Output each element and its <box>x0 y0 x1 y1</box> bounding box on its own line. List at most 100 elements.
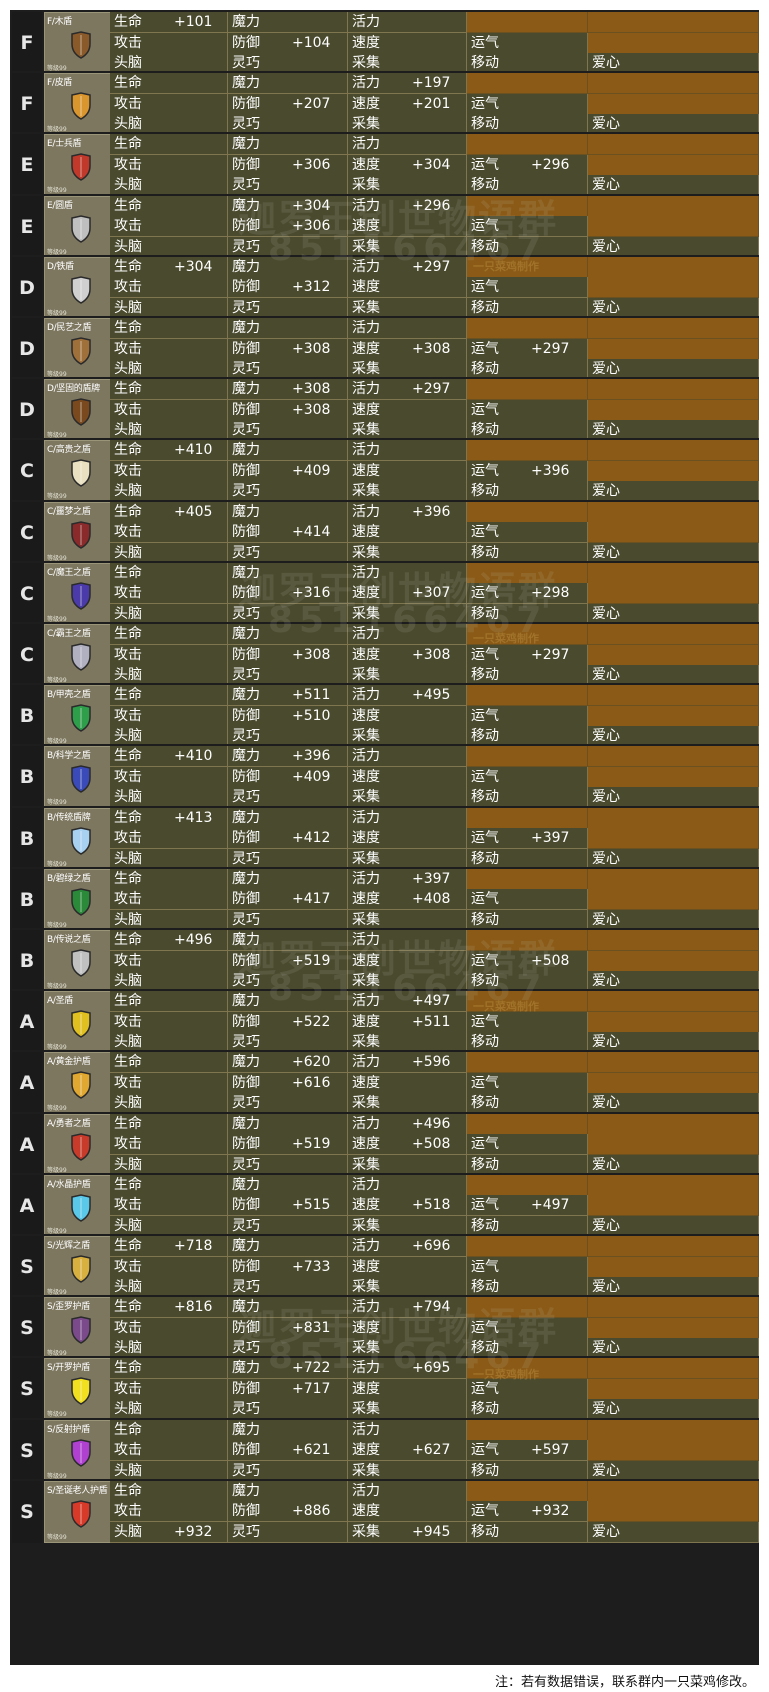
stat-cell: 活力 <box>348 1174 467 1196</box>
stat-label: 活力 <box>352 320 380 336</box>
stat-label: 生命 <box>114 687 142 704</box>
stat-label: 攻击 <box>114 1136 142 1153</box>
empty-cell <box>588 399 759 421</box>
shield-row: D D/坚固的盾牌 等级99 生命 魔力 +308 活力 +297 攻击 防御 +308 速度 运气 头脑… <box>10 377 759 443</box>
shield-row: A A/黄金护盾 等级99 生命 魔力 +620 活力 +596 攻击 防御 +616 速度 运气 头脑灵… <box>10 1050 759 1116</box>
empty-cell <box>588 522 759 544</box>
stat-value: +932 <box>174 1523 213 1540</box>
shield-name: F/木盾 <box>47 17 73 27</box>
stat-label: 生命 <box>114 197 142 214</box>
empty-cell <box>467 1113 588 1135</box>
empty-cell <box>467 440 588 462</box>
stat-value: +408 <box>412 891 451 908</box>
stat-cell: 攻击 <box>110 1011 228 1033</box>
shield-row: C C/高贵之盾 等级99 生命 +410 魔力 活力 攻击 防御 +409 速度 运气 +396 头脑灵… <box>10 438 759 504</box>
grade-letter: E <box>12 195 42 258</box>
empty-cell <box>588 1297 759 1319</box>
stat-cell: 攻击 <box>110 399 228 421</box>
stat-value: +308 <box>412 340 451 357</box>
stat-label: 生命 <box>114 14 142 30</box>
shield-thumbnail: D/民艺之盾 等级99 <box>44 318 116 380</box>
stat-value: +308 <box>412 646 451 663</box>
stat-label: 活力 <box>352 1115 380 1132</box>
stat-cell: 攻击 <box>110 1134 228 1156</box>
shield-name: S/圣诞老人护盾 <box>47 1485 108 1496</box>
stat-label: 运气 <box>471 524 499 541</box>
stat-label: 魔力 <box>232 197 260 214</box>
stat-cell: 速度 <box>348 216 467 238</box>
stat-label: 速度 <box>352 1503 380 1520</box>
shield-row: D D/民艺之盾 等级99 生命 魔力 活力 攻击 防御 +308 速度 +308 运气 +297 头脑灵… <box>10 316 759 381</box>
stat-cell: 活力 <box>348 318 467 339</box>
shield-row: S S/圣诞老人护盾 等级99 生命 魔力 活力 攻击 防御 +886 速度 运气 +932 头脑 +93… <box>10 1478 759 1544</box>
shield-row: B B/传统盾牌 等级99 生命 +413 魔力 活力 攻击 防御 +412 速度 运气 +397 头脑灵… <box>10 805 759 871</box>
grade-letter: S <box>12 1297 42 1360</box>
stat-cell: 生命 <box>110 624 228 645</box>
stat-label: 生命 <box>114 75 142 92</box>
empty-cell <box>588 32 759 54</box>
stat-label: 运气 <box>471 1074 499 1091</box>
shield-row: C C/噩梦之盾 等级99 生命 +405 魔力 活力 +396 攻击 防御 +414 速度 运气 头脑灵… <box>10 499 759 565</box>
stat-label: 运气 <box>471 34 499 51</box>
stat-value: +304 <box>412 156 451 173</box>
stat-cell: 生命 <box>110 379 228 401</box>
stat-cell: 速度 <box>348 766 467 788</box>
stat-cell: 防御 +412 <box>228 828 348 850</box>
grade-letter: S <box>12 1236 42 1298</box>
stat-cell: 活力 <box>348 12 467 33</box>
level-label: 等级99 <box>47 1533 67 1541</box>
stat-label: 速度 <box>352 830 380 847</box>
stat-cell: 魔力 <box>228 807 348 829</box>
stat-cell: 活力 +497 <box>348 991 467 1013</box>
shield-row: B B/甲壳之盾 等级99 生命 魔力 +511 活力 +495 攻击 防御 +510 速度 运气 头脑灵… <box>10 683 759 749</box>
stat-label: 生命 <box>114 258 142 275</box>
shield-name: B/传统盾牌 <box>47 812 91 823</box>
stat-label: 魔力 <box>232 1054 260 1071</box>
stat-label: 速度 <box>352 1258 380 1275</box>
stat-cell: 防御 +409 <box>228 766 348 788</box>
stat-label: 防御 <box>232 1503 260 1520</box>
empty-cell <box>588 624 759 645</box>
demon-king-shield-icon <box>69 581 93 611</box>
stat-label: 速度 <box>352 218 380 235</box>
stat-cell: 魔力 <box>228 440 348 462</box>
stat-label: 魔力 <box>232 1238 260 1254</box>
stat-label: 活力 <box>352 932 380 948</box>
empty-cell <box>588 1236 759 1257</box>
grade-letter: B <box>12 746 42 809</box>
stat-label: 活力 <box>352 503 380 520</box>
stat-label: 速度 <box>352 156 380 173</box>
stat-cell: 魔力 <box>228 256 348 278</box>
empty-cell <box>588 338 759 360</box>
stat-value: +515 <box>292 1197 331 1214</box>
stat-cell: 运气 <box>467 522 588 544</box>
grade-letter: S <box>12 1358 42 1421</box>
stat-label: 魔力 <box>232 748 260 765</box>
empty-cell <box>588 216 759 238</box>
shield-thumbnail: F/皮盾 等级99 <box>44 73 116 136</box>
grade-letter: S <box>12 1419 42 1482</box>
empty-cell <box>588 379 759 401</box>
grade-letter: F <box>12 12 42 74</box>
stat-label: 魔力 <box>232 993 260 1010</box>
shield-name: B/甲壳之盾 <box>47 690 91 701</box>
stat-label: 活力 <box>352 993 380 1010</box>
stat-label: 攻击 <box>114 462 142 479</box>
stat-label: 运气 <box>471 95 499 112</box>
stat-label: 防御 <box>232 768 260 785</box>
stat-cell: 攻击 <box>110 889 228 911</box>
stat-value: +497 <box>531 1197 570 1214</box>
shield-row: S S/歪罗护盾 等级99 生命 +816 魔力 活力 +794 攻击 防御 +831 速度 运气 头脑灵… <box>10 1295 759 1361</box>
stat-label: 速度 <box>352 401 380 418</box>
shield-name: C/霸王之盾 <box>47 629 91 639</box>
shield-row: F F/木盾 等级99 生命 +101 魔力 活力 攻击 防御 +104 速度 运气 头脑 灵巧 采集 移动爱… <box>10 10 759 75</box>
stat-cell: 生命 +410 <box>110 746 228 768</box>
stat-label: 生命 <box>114 1115 142 1132</box>
stat-cell: 速度 <box>348 460 467 482</box>
stat-value: +816 <box>174 1299 213 1316</box>
stat-label: 攻击 <box>114 1074 142 1091</box>
stat-label: 运气 <box>471 156 499 173</box>
stat-cell: 攻击 <box>110 338 228 360</box>
stat-value: +312 <box>292 279 331 296</box>
empty-cell <box>588 277 759 299</box>
